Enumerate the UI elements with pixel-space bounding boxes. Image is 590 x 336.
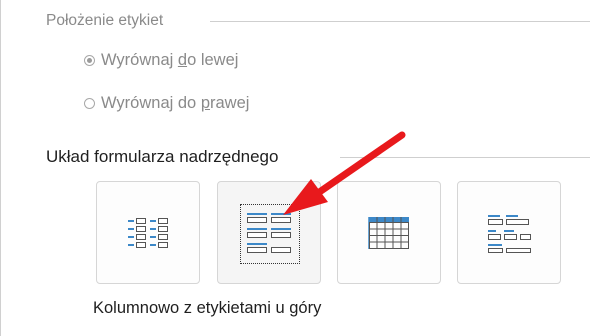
justified-layout-icon: [488, 214, 531, 253]
justified-layout-button[interactable]: [457, 181, 561, 284]
align-left-radio-option[interactable]: Wyrównaj do lewej: [84, 51, 238, 70]
layout-caption: Kolumnowo z etykietami u góry: [93, 299, 322, 317]
section-divider: [340, 157, 590, 158]
labels-above-layout-icon: [247, 212, 291, 253]
label-position-group-title: Położenie etykiet: [46, 12, 170, 30]
align-left-radio[interactable]: [84, 55, 95, 66]
align-right-radio-option[interactable]: Wyrównaj do prawej: [84, 94, 249, 113]
tabular-grid-icon: [368, 216, 409, 249]
columnar-labels-above-layout-button[interactable]: [217, 181, 321, 284]
tabular-layout-button[interactable]: [337, 181, 441, 284]
align-right-radio[interactable]: [84, 98, 95, 109]
align-right-label: Wyrównaj do prawej: [101, 94, 250, 112]
align-left-label: Wyrównaj do lewej: [101, 51, 239, 69]
columnar-layout-icon: [128, 217, 168, 248]
panel-left-border: [0, 0, 1, 336]
parent-layout-section-title: Układ formularza nadrzędnego: [46, 147, 285, 167]
group-divider: [210, 21, 590, 22]
columnar-layout-button[interactable]: [96, 181, 200, 284]
